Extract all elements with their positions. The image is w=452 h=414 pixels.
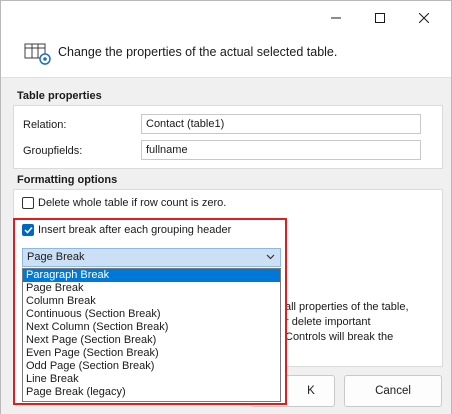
table-settings-icon — [24, 43, 51, 65]
cancel-button[interactable]: Cancel — [344, 375, 442, 407]
chevron-down-icon — [266, 254, 275, 260]
option-next-page-section-break[interactable]: Next Page (Section Break) — [23, 334, 280, 347]
maximize-icon — [375, 13, 385, 23]
header-description: Change the properties of the actual sele… — [58, 45, 338, 59]
table-properties-title: Table properties — [17, 90, 102, 102]
formatting-options-title: Formatting options — [17, 174, 118, 186]
break-type-selected: Page Break — [27, 251, 85, 263]
option-paragraph-break[interactable]: Paragraph Break — [23, 269, 280, 282]
maximize-button[interactable] — [357, 1, 403, 35]
option-even-page-section-break[interactable]: Even Page (Section Break) — [23, 347, 280, 360]
option-odd-page-section-break[interactable]: Odd Page (Section Break) — [23, 360, 280, 373]
delete-table-label: Delete whole table if row count is zero. — [38, 197, 227, 209]
minimize-button[interactable] — [313, 1, 359, 35]
relation-label: Relation: — [23, 119, 67, 131]
warning-text-line1: all properties of the table, — [285, 301, 409, 313]
break-type-select[interactable]: Page Break — [22, 248, 281, 267]
groupfields-label: Groupfields: — [23, 145, 83, 157]
insert-break-label: Insert break after each grouping header — [38, 224, 232, 236]
option-next-column-section-break[interactable]: Next Column (Section Break) — [23, 321, 280, 334]
warning-text-line2: r delete important — [285, 316, 371, 328]
option-column-break[interactable]: Column Break — [23, 295, 280, 308]
checkmark-icon — [23, 226, 33, 234]
groupfields-field[interactable]: fullname — [141, 140, 421, 160]
option-line-break[interactable]: Line Break — [23, 373, 280, 386]
delete-table-checkbox[interactable] — [22, 197, 34, 209]
option-continuous-section-break[interactable]: Continuous (Section Break) — [23, 308, 280, 321]
warning-text-line3: Controls will break the — [285, 331, 394, 343]
option-page-break[interactable]: Page Break — [23, 282, 280, 295]
title-bar[interactable] — [1, 1, 451, 35]
close-icon — [419, 13, 429, 23]
option-page-break-legacy[interactable]: Page Break (legacy) — [23, 386, 280, 399]
minimize-icon — [331, 17, 341, 19]
relation-field[interactable]: Contact (table1) — [141, 114, 421, 134]
close-button[interactable] — [401, 1, 447, 35]
break-type-dropdown-list[interactable]: Paragraph Break Page Break Column Break … — [22, 268, 281, 402]
insert-break-checkbox[interactable] — [22, 224, 34, 236]
